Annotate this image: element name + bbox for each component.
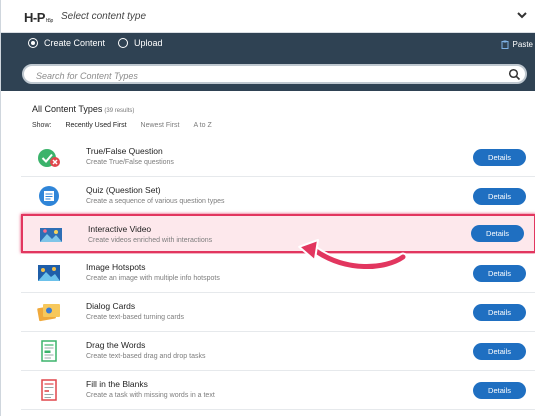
sort-recently-used[interactable]: Recently Used First [65,122,126,129]
radio-selected-icon [28,38,38,48]
show-label: Show: [32,122,52,129]
details-button-dialog-cards[interactable]: Details [473,304,526,321]
sort-a-to-z[interactable]: A to Z [193,122,211,129]
search-box [22,64,527,84]
search-input[interactable] [36,68,506,84]
content-types-heading: All Content Types (39 results) [32,104,135,114]
h5p-logo: H-Ph5p [24,10,53,25]
quiz-icon [39,186,59,206]
item-description: Create True/False questions [86,159,174,166]
item-name: Fill in the Blanks [86,379,148,389]
details-button-interactive-video[interactable]: Details [471,225,524,242]
clipboard-icon [501,40,509,49]
details-button-image-hotspots[interactable]: Details [473,265,526,282]
item-name: True/False Question [86,146,163,156]
image-hotspots-icon [38,265,60,281]
details-button-drag-the-words[interactable]: Details [473,343,526,360]
item-name: Image Hotspots [86,262,146,272]
list-item-interactive-video[interactable]: Interactive Video Create videos enriched… [21,214,535,253]
item-name: Drag the Words [86,340,146,350]
search-icon[interactable] [508,68,521,81]
item-description: Create videos enriched with interactions [88,237,213,244]
fill-blanks-icon [41,379,57,401]
true-false-icon [38,149,60,167]
radio-icon [118,38,128,48]
details-button-fill-in-the-blanks[interactable]: Details [473,382,526,399]
details-button-quiz[interactable]: Details [473,188,526,205]
chevron-down-icon[interactable] [516,9,528,21]
list-item-true-false[interactable]: True/False Question Create True/False qu… [21,138,535,177]
list-item-fill-in-the-blanks[interactable]: Fill in the Blanks Create a task with mi… [21,371,535,410]
hub-panel: H-Ph5p Select content type Create Conten… [0,0,535,416]
search-area [1,57,535,91]
list-item-image-hotspots[interactable]: Image Hotspots Create an image with mult… [21,254,535,293]
item-description: Create a sequence of various question ty… [86,198,225,205]
sort-options: Show: Recently Used First Newest First A… [32,122,212,129]
list-item-quiz[interactable]: Quiz (Question Set) Create a sequence of… [21,177,535,216]
item-name: Dialog Cards [86,301,136,311]
tab-bar: Create Content Upload Paste [1,33,535,57]
dialog-cards-icon [37,304,60,322]
selector-label: Select content type [61,11,147,22]
item-description: Create a task with missing words in a te… [86,392,215,399]
drag-words-icon [41,340,57,362]
sort-newest-first[interactable]: Newest First [141,122,180,129]
paste-button[interactable]: Paste [501,40,533,49]
item-description: Create text-based turning cards [86,314,185,321]
item-description: Create text-based drag and drop tasks [86,353,206,360]
item-description: Create an image with multiple info hotsp… [86,275,220,282]
tab-upload[interactable]: Upload [118,38,163,48]
interactive-video-icon [40,228,62,242]
tab-create-content[interactable]: Create Content [28,38,105,48]
list-item-drag-the-words[interactable]: Drag the Words Create text-based drag an… [21,332,535,371]
item-name: Quiz (Question Set) [86,185,161,195]
details-button-true-false[interactable]: Details [473,149,526,166]
content-type-selector[interactable]: H-Ph5p Select content type [1,0,535,33]
list-item-dialog-cards[interactable]: Dialog Cards Create text-based turning c… [21,293,535,332]
item-name: Interactive Video [88,224,152,234]
